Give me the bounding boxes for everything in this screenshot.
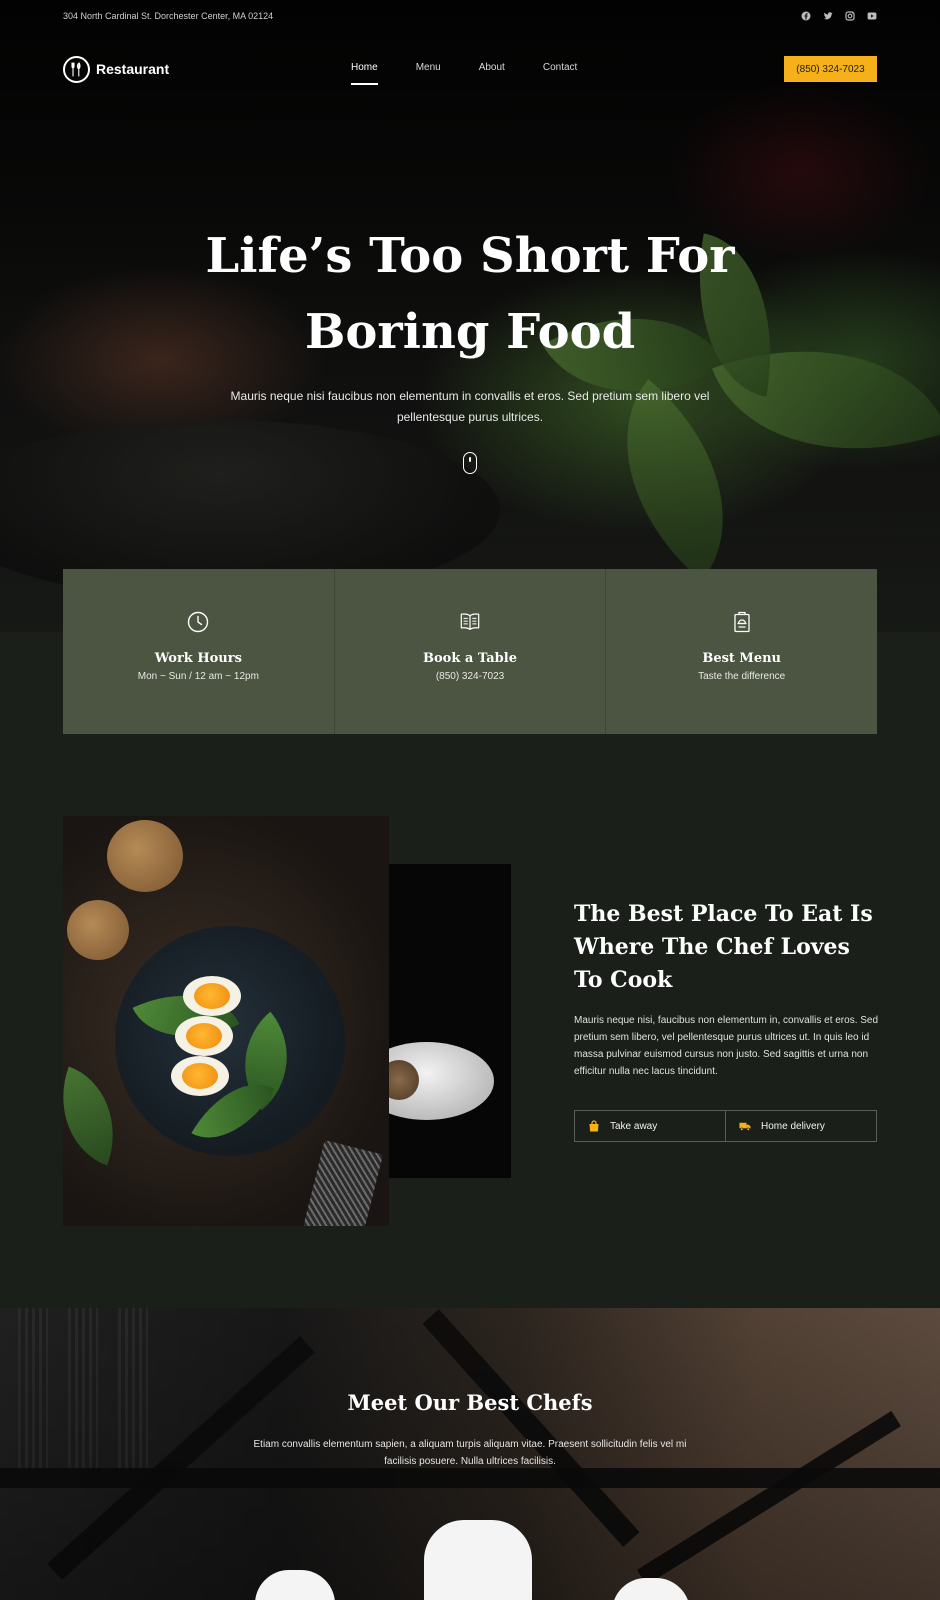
hero-section: 304 North Cardinal St. Dorchester Center…: [0, 0, 940, 632]
chefs-title: Meet Our Best Chefs: [347, 1390, 593, 1415]
card-text: Mon ~ Sun / 12 am ~ 12pm: [137, 671, 259, 682]
chef-hat-image: [424, 1520, 532, 1600]
nav-item-contact[interactable]: Contact: [543, 62, 577, 85]
grater-image: [303, 1140, 383, 1226]
clock-icon: [187, 611, 209, 633]
card-title: Best Menu: [702, 651, 782, 666]
feature-label: Home delivery: [761, 1120, 825, 1132]
menu-icon: [731, 611, 753, 633]
nav-item-about[interactable]: About: [479, 62, 505, 85]
info-card-work-hours: Work Hours Mon ~ Sun / 12 am ~ 12pm: [63, 569, 335, 734]
restaurant-logo-icon: [63, 55, 90, 83]
info-card-best-menu[interactable]: Best Menu Taste the difference: [606, 569, 877, 734]
main-navigation: Restaurant Home Menu About Contact (850)…: [63, 54, 877, 85]
facebook-icon[interactable]: [801, 11, 811, 21]
hero-title-line: Boring Food: [304, 304, 636, 360]
card-title: Book a Table: [423, 651, 517, 666]
hero-subtitle: Mauris neque nisi faucibus non elementum…: [230, 389, 710, 424]
hero-title: Life’s Too Short For Boring Food: [0, 218, 940, 370]
service-features: Take away Home delivery: [574, 1110, 877, 1142]
card-text: Taste the difference: [698, 671, 786, 682]
card-title: Work Hours: [154, 651, 242, 666]
bag-icon: [588, 1120, 600, 1132]
main-food-photo: [63, 816, 389, 1226]
instagram-icon[interactable]: [845, 11, 855, 21]
nav-item-menu[interactable]: Menu: [416, 62, 441, 85]
phone-button[interactable]: (850) 324-7023: [784, 56, 877, 82]
info-card-book-table[interactable]: Book a Table (850) 324-7023: [335, 569, 607, 734]
truck-icon: [739, 1120, 751, 1132]
hero-title-line: Life’s Too Short For: [205, 228, 735, 284]
feature-take-away[interactable]: Take away: [575, 1111, 726, 1141]
about-text: Mauris neque nisi, faucibus non elementu…: [574, 1015, 879, 1077]
social-links: [801, 11, 877, 21]
side-food-photo: [389, 864, 511, 1178]
egg-image: [171, 1056, 229, 1096]
nav-menu: Home Menu About Contact: [351, 62, 577, 85]
chefs-subtitle: Etiam convallis elementum sapien, a aliq…: [253, 1439, 687, 1467]
youtube-icon[interactable]: [867, 11, 877, 21]
address-text: 304 North Cardinal St. Dorchester Center…: [63, 11, 274, 21]
brand-logo-link[interactable]: Restaurant: [63, 55, 170, 83]
info-cards: Work Hours Mon ~ Sun / 12 am ~ 12pm Book…: [63, 569, 877, 734]
top-bar: 304 North Cardinal St. Dorchester Center…: [63, 10, 877, 22]
feature-home-delivery[interactable]: Home delivery: [726, 1111, 876, 1141]
about-title: The Best Place To Eat Is Where The Chef …: [574, 901, 873, 993]
scroll-down-mouse-icon[interactable]: [463, 452, 477, 474]
brand-name: Restaurant: [96, 61, 170, 77]
card-text: (850) 324-7023: [435, 671, 505, 682]
egg-image: [175, 1016, 233, 1056]
twitter-icon[interactable]: [823, 11, 833, 21]
book-icon: [459, 611, 481, 633]
cookie-image: [107, 820, 183, 892]
feature-label: Take away: [610, 1120, 658, 1132]
egg-image: [183, 976, 241, 1016]
cookie-image: [67, 900, 129, 960]
nav-item-home[interactable]: Home: [351, 62, 378, 85]
